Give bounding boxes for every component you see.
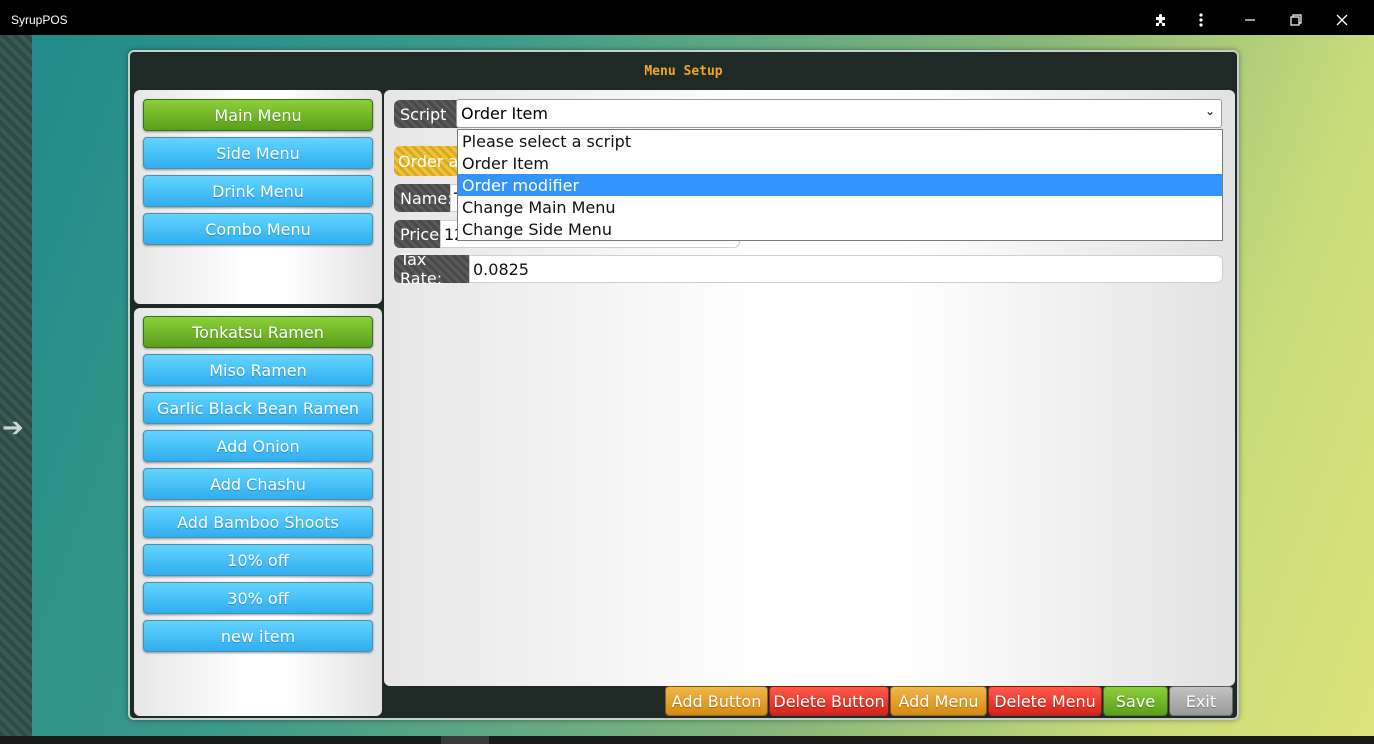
exit-button[interactable]: Exit (1169, 686, 1233, 716)
script-label: Script (394, 100, 458, 128)
taskbar (0, 736, 1374, 744)
extensions-button[interactable] (1143, 6, 1179, 34)
dropdown-option[interactable]: Change Main Menu (458, 196, 1222, 218)
tax-rate-label: Tax Rate: (394, 250, 469, 288)
item-button[interactable]: 30% off (143, 582, 373, 614)
dropdown-option[interactable]: Change Side Menu (458, 218, 1222, 240)
chevron-down-icon: ⌄ (1204, 104, 1215, 118)
script-select[interactable]: Order Item ⌄ (456, 99, 1222, 128)
menu-button-main-menu[interactable]: Main Menu (143, 99, 373, 131)
order-badge: Order a (394, 146, 464, 176)
add-menu-button[interactable]: Add Menu (890, 686, 987, 716)
item-button[interactable]: Tonkatsu Ramen (143, 316, 373, 348)
item-button[interactable]: Garlic Black Bean Ramen (143, 392, 373, 424)
title-bar: SyrupPOS (0, 0, 1374, 35)
price-label: Price: (394, 220, 444, 248)
items-panel: Tonkatsu Ramen Miso Ramen Garlic Black B… (134, 308, 382, 716)
side-strip: ➔ (0, 35, 32, 736)
dropdown-option-highlighted[interactable]: Order modifier (458, 174, 1222, 196)
menu-button-combo-menu[interactable]: Combo Menu (143, 213, 373, 245)
menus-panel: Main Menu Side Menu Drink Menu Combo Men… (134, 90, 382, 304)
app-title: SyrupPOS (11, 13, 68, 27)
item-button[interactable]: new item (143, 620, 373, 652)
item-button[interactable]: Add Chashu (143, 468, 373, 500)
close-window-button[interactable] (1324, 6, 1360, 34)
puzzle-icon (1156, 14, 1165, 26)
menu-button-drink-menu[interactable]: Drink Menu (143, 175, 373, 207)
delete-button-button[interactable]: Delete Button (769, 686, 889, 716)
vertical-dots-icon (1199, 13, 1203, 27)
dropdown-option[interactable]: Order Item (458, 152, 1222, 174)
more-options-button[interactable] (1183, 6, 1219, 34)
delete-menu-button[interactable]: Delete Menu (988, 686, 1102, 716)
save-button[interactable]: Save (1103, 686, 1168, 716)
minimize-icon (1245, 19, 1255, 21)
item-button[interactable]: Add Onion (143, 430, 373, 462)
script-dropdown-list: Please select a script Order Item Order … (457, 129, 1223, 241)
name-label: Name: (394, 184, 453, 212)
item-button[interactable]: 10% off (143, 544, 373, 576)
minimize-button[interactable] (1232, 6, 1268, 34)
script-select-value: Order Item (461, 104, 548, 123)
arrow-right-icon[interactable]: ➔ (2, 413, 24, 443)
add-button-button[interactable]: Add Button (665, 686, 768, 716)
restore-button[interactable] (1278, 6, 1314, 34)
tax-rate-field[interactable]: 0.0825 (469, 255, 1223, 283)
item-button[interactable]: Miso Ramen (143, 354, 373, 386)
menu-setup-window: Menu Setup Main Menu Side Menu Drink Men… (128, 50, 1239, 720)
window-title: Menu Setup (644, 64, 723, 79)
restore-icon (1290, 14, 1302, 26)
item-button[interactable]: Add Bamboo Shoots (143, 506, 373, 538)
taskbar-item[interactable] (441, 736, 489, 744)
close-icon (1336, 14, 1348, 26)
menu-button-side-menu[interactable]: Side Menu (143, 137, 373, 169)
dropdown-option[interactable]: Please select a script (458, 130, 1222, 152)
item-editor-panel: Script Order Item ⌄ Order a Name: T Pric… (384, 90, 1235, 686)
